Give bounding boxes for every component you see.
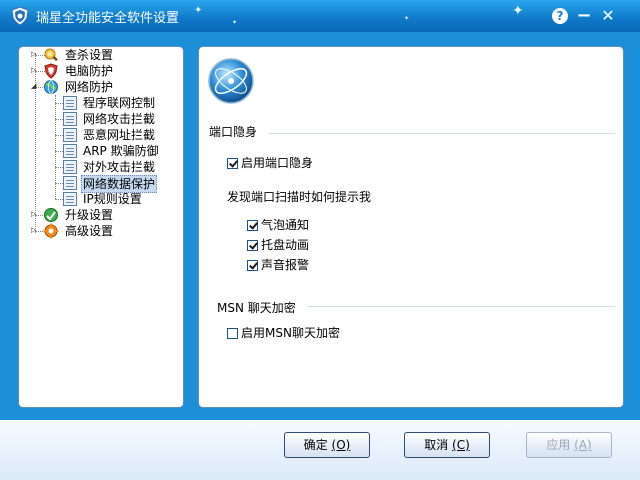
tree-connector	[55, 199, 63, 200]
help-button[interactable]: ?	[550, 6, 570, 26]
tree-item-ip-rules[interactable]: IP规则设置	[81, 191, 144, 207]
tree-item-label: 网络防护	[65, 80, 114, 94]
tree-connector	[55, 103, 63, 104]
tree-item-arp-defense[interactable]: ARP 欺骗防御	[81, 143, 161, 159]
tree-item-label: IP规则设置	[83, 192, 142, 206]
page-icon	[63, 96, 77, 110]
checkbox-box[interactable]	[247, 240, 258, 251]
enable-msn-encryption-checkbox[interactable]: 启用MSN聊天加密	[227, 325, 340, 341]
gear-icon	[43, 223, 59, 239]
checkbox-box[interactable]	[227, 158, 238, 169]
checkbox-label: 启用端口隐身	[241, 156, 314, 170]
tree-connector	[55, 183, 63, 184]
ok-button[interactable]: 确定 (O)	[284, 432, 370, 458]
tree-connector	[55, 167, 63, 168]
button-label: 应用	[546, 438, 571, 452]
tray-animation-checkbox[interactable]: 托盘动画	[247, 237, 309, 253]
settings-tree: ▷ 查杀设置 ▷ 电脑防护 ◢ 网络防护 程序联网控制 网络攻击拦截 恶意网址拦…	[18, 46, 184, 408]
enable-port-stealth-checkbox[interactable]: 启用端口隐身	[227, 155, 313, 171]
window-title: 瑞星全功能安全软件设置	[36, 11, 180, 26]
page-icon	[63, 192, 77, 206]
tree-connector	[55, 135, 63, 136]
sparkle-icon: ✦	[232, 19, 238, 26]
checkbox-label: 启用MSN聊天加密	[241, 326, 340, 340]
globe-icon	[44, 80, 58, 94]
checkbox-label: 气泡通知	[261, 218, 310, 232]
shield-icon	[44, 63, 58, 79]
tree-item-label: 对外攻击拦截	[83, 160, 156, 174]
update-icon	[44, 208, 58, 222]
access-key: (O)	[331, 438, 351, 452]
tree-item-malicious-url-block[interactable]: 恶意网址拦截	[81, 127, 157, 143]
expand-icon[interactable]: ▷	[31, 51, 38, 58]
tree-item-network-data-protection[interactable]: 网络数据保护	[81, 175, 158, 193]
page-icon	[63, 128, 77, 142]
tree-item-program-network-control[interactable]: 程序联网控制	[81, 95, 157, 111]
tree-item-network-protection[interactable]: 网络防护	[63, 79, 115, 95]
tree-item-label: 升级设置	[65, 208, 114, 222]
access-key: (A)	[574, 438, 592, 452]
tree-item-outbound-attack-block[interactable]: 对外攻击拦截	[81, 159, 157, 175]
page-icon	[63, 160, 77, 174]
tree-item-pc-protection[interactable]: 电脑防护	[63, 63, 115, 79]
tree-connector	[55, 119, 63, 120]
checkbox-box[interactable]	[247, 260, 258, 271]
cancel-button[interactable]: 取消 (C)	[404, 432, 490, 458]
bubble-notify-checkbox[interactable]: 气泡通知	[247, 217, 309, 233]
sparkle-icon: ✦	[512, 3, 524, 19]
checkbox-box[interactable]	[227, 328, 238, 339]
tree-item-label: 电脑防护	[65, 64, 114, 78]
tree-item-network-attack-block[interactable]: 网络攻击拦截	[81, 111, 157, 127]
access-key: (C)	[452, 438, 470, 452]
sparkle-icon: ✦	[194, 5, 203, 16]
sound-alarm-checkbox[interactable]: 声音报警	[247, 257, 309, 273]
button-label: 确定	[303, 438, 328, 452]
settings-content-panel: 端口隐身 启用端口隐身 发现端口扫描时如何提示我 气泡通知 托盘动画 声音报警 …	[198, 46, 624, 408]
minimize-button[interactable]: −	[574, 6, 594, 26]
title-bar[interactable]: 瑞星全功能安全软件设置 ✦ ✦ ✦ ✦ ? − ✕	[0, 0, 640, 32]
expand-icon[interactable]: ▷	[31, 211, 38, 218]
tree-connector	[55, 151, 63, 152]
notify-heading: 发现端口扫描时如何提示我	[227, 190, 372, 204]
tree-item-label: 查杀设置	[65, 48, 114, 62]
tree-item-update-settings[interactable]: 升级设置	[63, 207, 115, 223]
checkbox-label: 声音报警	[261, 258, 310, 272]
apply-button[interactable]: 应用 (A)	[526, 432, 612, 458]
tree-item-label: 高级设置	[65, 224, 114, 238]
checkbox-label: 托盘动画	[261, 238, 310, 252]
checkbox-box[interactable]	[247, 220, 258, 231]
section-title-port-stealth: 端口隐身	[209, 125, 258, 139]
section-title-msn-encryption: MSN 聊天加密	[217, 301, 296, 315]
tree-item-label: 恶意网址拦截	[83, 128, 156, 142]
collapse-icon[interactable]: ◢	[31, 83, 38, 90]
page-icon	[63, 112, 77, 126]
tree-item-label: ARP 欺骗防御	[83, 144, 159, 158]
section-separator	[307, 306, 615, 307]
page-icon	[63, 176, 77, 190]
tree-item-scan-settings[interactable]: 查杀设置	[63, 47, 115, 63]
sparkle-icon: ✦	[404, 15, 410, 22]
tree-item-label: 程序联网控制	[83, 96, 156, 110]
expand-icon[interactable]: ▷	[31, 227, 38, 234]
expand-icon[interactable]: ▷	[31, 67, 38, 74]
tree-item-advanced-settings[interactable]: 高级设置	[63, 223, 115, 239]
section-separator	[269, 133, 615, 134]
tree-item-label: 网络攻击拦截	[83, 112, 156, 126]
button-label: 取消	[424, 438, 449, 452]
close-button[interactable]: ✕	[598, 6, 618, 26]
help-icon: ?	[552, 8, 568, 24]
rising-shield-icon	[11, 6, 29, 26]
page-icon	[63, 144, 77, 158]
tree-connector	[35, 53, 36, 233]
network-globe-icon	[208, 58, 254, 104]
settings-window: 瑞星全功能安全软件设置 ✦ ✦ ✦ ✦ ? − ✕ ▷ 查杀设置 ▷ 电脑防护 …	[0, 0, 640, 480]
search-kill-icon	[44, 48, 58, 62]
